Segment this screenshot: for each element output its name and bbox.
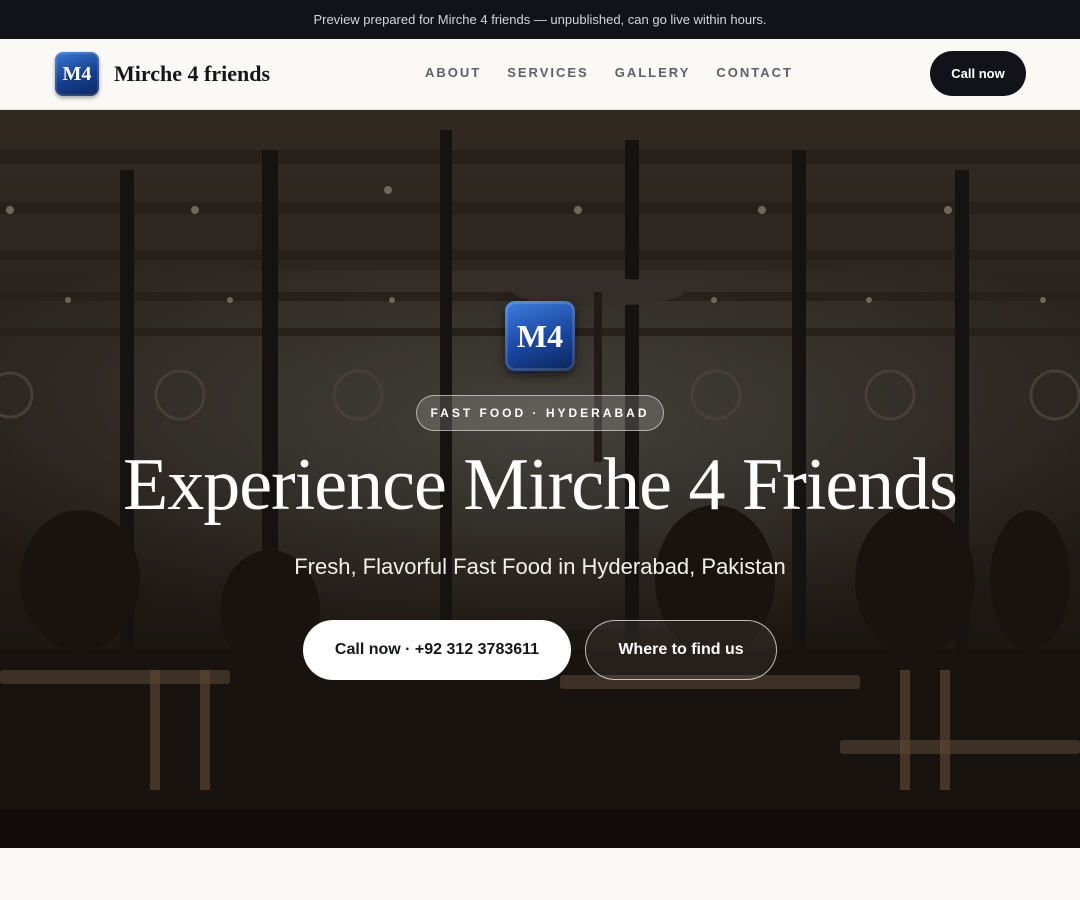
- preview-banner: Preview prepared for Mirche 4 friends — …: [0, 0, 1080, 39]
- hero-title: Experience Mirche 4 Friends: [123, 444, 958, 526]
- site-header: M4 Mirche 4 friends ABOUT SERVICES GALLE…: [0, 39, 1080, 110]
- hero-call-button[interactable]: Call now · +92 312 3783611: [303, 620, 571, 680]
- hero-subtitle: Fresh, Flavorful Fast Food in Hyderabad,…: [294, 554, 786, 579]
- preview-banner-text: Preview prepared for Mirche 4 friends — …: [313, 12, 767, 27]
- brand-logo[interactable]: M4: [55, 52, 99, 96]
- brand-name[interactable]: Mirche 4 friends: [114, 61, 270, 87]
- nav-link-about[interactable]: ABOUT: [425, 65, 481, 80]
- hero-tagline-badge: FAST FOOD · HYDERABAD: [416, 395, 664, 431]
- nav-link-contact[interactable]: CONTACT: [716, 65, 793, 80]
- brand[interactable]: M4 Mirche 4 friends: [55, 52, 270, 96]
- nav-link-services[interactable]: SERVICES: [507, 65, 589, 80]
- hero-content: M4 FAST FOOD · HYDERABAD Experience Mirc…: [0, 110, 1080, 848]
- header-call-button[interactable]: Call now: [930, 51, 1026, 96]
- main-nav: ABOUT SERVICES GALLERY CONTACT: [425, 65, 819, 80]
- nav-link-gallery[interactable]: GALLERY: [615, 65, 691, 80]
- hero-location-button[interactable]: Where to find us: [585, 620, 777, 680]
- hero-section: M4 FAST FOOD · HYDERABAD Experience Mirc…: [0, 110, 1080, 848]
- hero-logo: M4: [505, 301, 575, 371]
